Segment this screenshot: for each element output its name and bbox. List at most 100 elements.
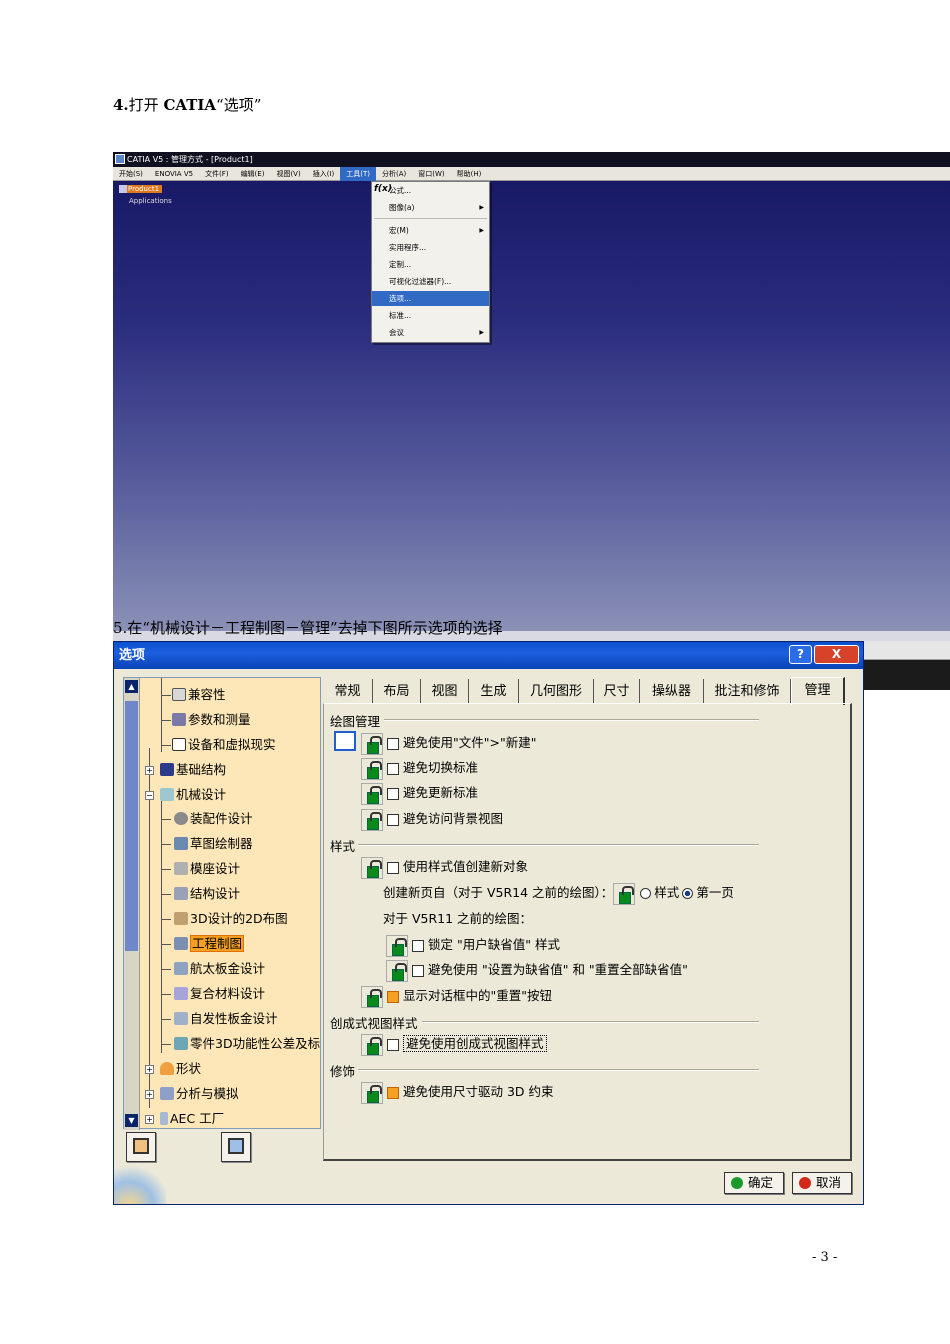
option-avoid-set-default[interactable]: 避免使用 "设置为缺省值" 和 "重置全部缺省值" xyxy=(386,959,688,982)
submenu-arrow-icon: ▶ xyxy=(479,204,484,211)
tree-item-composites[interactable]: 复合材料设计 xyxy=(174,985,265,1003)
lock-icon[interactable] xyxy=(361,1033,383,1056)
option-avoid-generative-style[interactable]: 避免使用创成式视图样式 xyxy=(361,1033,547,1056)
expand-icon[interactable]: + xyxy=(145,1065,154,1074)
menu-item-image[interactable]: 图像(a) ▶ xyxy=(372,200,489,215)
lock-icon[interactable] xyxy=(613,882,636,905)
checkbox[interactable] xyxy=(387,813,399,826)
tab-general[interactable]: 常规 xyxy=(323,679,373,704)
help-button[interactable]: ? xyxy=(789,645,812,664)
option-lock-user-default[interactable]: 锁定 "用户缺省值" 样式 xyxy=(386,934,560,957)
tab-manipulators[interactable]: 操纵器 xyxy=(640,679,704,704)
tree-item-mold-design[interactable]: 模座设计 xyxy=(174,860,240,878)
tree-applications[interactable]: Applications xyxy=(129,197,172,205)
collapse-icon[interactable]: − xyxy=(145,791,154,800)
menu-edit[interactable]: 编辑(E) xyxy=(235,167,271,181)
tree-item-generative-sheetmetal[interactable]: 自发性板金设计 xyxy=(174,1010,278,1028)
lock-icon[interactable] xyxy=(361,732,383,755)
tree-item-devices-vr[interactable]: 设备和虚拟现实 xyxy=(172,736,276,754)
tab-view[interactable]: 视图 xyxy=(421,679,469,704)
expand-icon[interactable]: + xyxy=(145,1090,154,1099)
checkbox[interactable] xyxy=(412,964,424,977)
ok-button[interactable]: 确定 xyxy=(724,1172,784,1194)
menu-start[interactable]: 开始(S) xyxy=(113,167,149,181)
tab-annotation-dressup[interactable]: 批注和修饰 xyxy=(704,679,791,704)
options-home-button[interactable] xyxy=(126,1132,156,1162)
menu-item-macro[interactable]: 宏(M) ▶ xyxy=(372,223,489,238)
checkbox[interactable] xyxy=(387,861,399,874)
tree-item-2d-layout[interactable]: 3D设计的2D布图 xyxy=(174,910,288,928)
tree-item-sketcher[interactable]: 草图绘制器 xyxy=(174,835,253,853)
tree-item-3d-tolerancing[interactable]: 零件3D功能性公差及标 xyxy=(174,1035,320,1053)
option-avoid-dim-driven[interactable]: 避免使用尺寸驱动 3D 约束 xyxy=(361,1081,554,1104)
tree-item-assembly[interactable]: 装配件设计 xyxy=(174,810,253,828)
option-show-reset-button[interactable]: 显示对话框中的"重置"按钮 xyxy=(361,985,552,1008)
menu-separator xyxy=(374,218,487,219)
lock-icon[interactable] xyxy=(386,959,408,982)
tree-item-parameters[interactable]: 参数和测量 xyxy=(172,711,251,729)
radio-style[interactable] xyxy=(640,888,652,899)
option-avoid-access-background[interactable]: 避免访问背景视图 xyxy=(361,808,503,831)
expand-icon[interactable]: + xyxy=(145,766,154,775)
option-avoid-update-standard[interactable]: 避免更新标准 xyxy=(361,782,478,805)
tree-product1[interactable]: Product1 xyxy=(125,185,163,193)
menu-insert[interactable]: 插入(I) xyxy=(307,167,341,181)
checkbox[interactable] xyxy=(387,1038,399,1051)
tree-item-analysis-simulation[interactable]: 分析与模拟 xyxy=(160,1085,239,1103)
menu-item-standards[interactable]: 标准... xyxy=(372,308,489,323)
lock-icon[interactable] xyxy=(361,856,383,879)
tree-item-mechanical-design[interactable]: 机械设计 xyxy=(160,786,226,804)
expand-icon[interactable]: + xyxy=(145,1115,154,1124)
menu-window[interactable]: 窗口(W) xyxy=(412,167,450,181)
menu-analysis[interactable]: 分析(A) xyxy=(376,167,412,181)
option-avoid-file-new[interactable]: 避免使用"文件">"新建" xyxy=(361,732,536,755)
scroll-thumb[interactable] xyxy=(125,701,138,951)
lock-icon[interactable] xyxy=(386,934,408,957)
scroll-down-icon[interactable]: ▼ xyxy=(125,1114,138,1127)
tab-administration[interactable]: 管理 xyxy=(791,677,845,705)
product-icon xyxy=(119,185,127,193)
menu-item-utility[interactable]: 实用程序... xyxy=(372,240,489,255)
menu-enovia[interactable]: ENOVIA V5 xyxy=(149,167,199,181)
option-use-style-values[interactable]: 使用样式值创建新对象 xyxy=(361,856,528,879)
lock-icon[interactable] xyxy=(361,757,383,780)
menu-view[interactable]: 视图(V) xyxy=(270,167,306,181)
menu-file[interactable]: 文件(F) xyxy=(199,167,235,181)
tree-item-aec-plant[interactable]: AEC 工厂 xyxy=(160,1110,224,1128)
tree-item-aerospace-sheetmetal[interactable]: 航太板金设计 xyxy=(174,960,265,978)
menu-item-visual-filter[interactable]: 可视化过滤器(F)... xyxy=(372,274,489,289)
close-button[interactable]: X xyxy=(814,645,859,664)
menu-item-options[interactable]: 选项... xyxy=(372,291,489,306)
option-avoid-switch-standard[interactable]: 避免切换标准 xyxy=(361,757,478,780)
checkbox[interactable] xyxy=(387,762,399,775)
tree-item-drafting[interactable]: 工程制图 xyxy=(174,935,245,953)
checkbox-checked[interactable] xyxy=(387,1086,399,1099)
options-tree-button[interactable] xyxy=(221,1132,251,1162)
menu-help[interactable]: 帮助(H) xyxy=(451,167,488,181)
tree-item-compatibility[interactable]: 兼容性 xyxy=(172,686,226,704)
cancel-button[interactable]: 取消 xyxy=(792,1172,852,1194)
tab-dimension[interactable]: 尺寸 xyxy=(594,679,640,704)
menu-item-formula[interactable]: 公式... xyxy=(372,183,489,198)
lock-icon[interactable] xyxy=(361,985,383,1008)
checkbox[interactable] xyxy=(387,737,399,750)
menu-item-conference[interactable]: 会议 ▶ xyxy=(372,325,489,340)
tree-item-infrastructure[interactable]: 基础结构 xyxy=(160,761,226,779)
tree-item-shape[interactable]: 形状 xyxy=(160,1060,201,1078)
checkbox[interactable] xyxy=(387,787,399,800)
radio-first-sheet[interactable] xyxy=(682,888,694,899)
checkbox[interactable] xyxy=(412,939,424,952)
lock-icon[interactable] xyxy=(361,808,383,831)
tab-layout[interactable]: 布局 xyxy=(373,679,421,704)
menu-tools[interactable]: 工具(T) xyxy=(340,166,376,181)
menu-item-customize[interactable]: 定制... xyxy=(372,257,489,272)
tree-scrollbar[interactable]: ▲ ▼ xyxy=(124,678,140,1130)
lock-icon[interactable] xyxy=(361,1081,383,1104)
tree-item-structure-design[interactable]: 结构设计 xyxy=(174,885,240,903)
home-icon xyxy=(133,1138,149,1154)
lock-icon[interactable] xyxy=(361,782,383,805)
checkbox-checked[interactable] xyxy=(387,990,399,1003)
tab-generation[interactable]: 生成 xyxy=(469,679,519,704)
scroll-up-icon[interactable]: ▲ xyxy=(125,680,138,693)
tab-geometry[interactable]: 几何图形 xyxy=(519,679,594,704)
